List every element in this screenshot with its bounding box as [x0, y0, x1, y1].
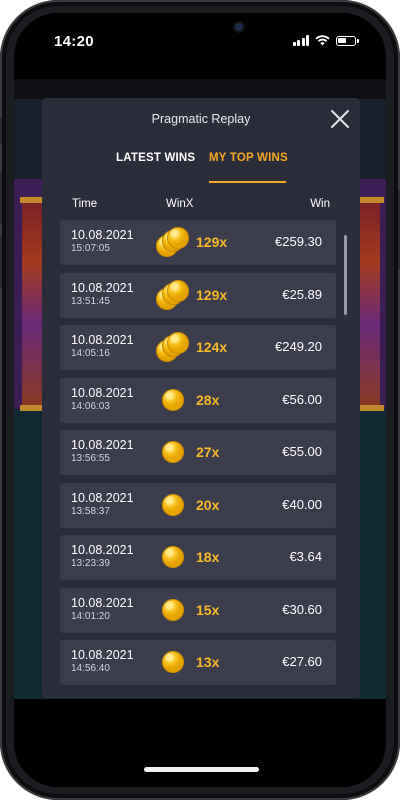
gold-coin-icon	[167, 332, 189, 354]
row-multiplier: 18x	[196, 549, 220, 565]
scrollbar[interactable]	[344, 235, 347, 315]
row-win-amount: €56.00	[282, 391, 322, 407]
table-row[interactable]: 10.08.2021 13:56:55 27x €55.00	[60, 430, 336, 475]
volume-down-button	[0, 236, 2, 288]
row-multiplier: 129x	[196, 234, 228, 250]
modal-header: Pragmatic Replay	[42, 98, 360, 140]
wifi-icon	[315, 35, 330, 46]
notch	[109, 13, 291, 43]
row-win-amount: €249.20	[275, 339, 322, 354]
row-win-amount: €55.00	[282, 444, 322, 459]
tab-my-top-wins[interactable]: MY TOP WINS	[209, 152, 288, 164]
row-win-amount: €25.89	[282, 286, 322, 302]
table-row[interactable]: 10.08.2021 14:56:40 13x €27.60	[60, 640, 336, 685]
coin-icon-group	[156, 595, 192, 627]
row-date: 10.08.2021	[71, 385, 134, 400]
row-date: 10.08.2021	[71, 333, 134, 347]
table-row[interactable]: 10.08.2021 14:01:20 15x €30.60	[60, 587, 336, 633]
coin-icon-group	[156, 437, 192, 469]
modal-title: Pragmatic Replay	[151, 112, 251, 126]
row-date: 10.08.2021	[71, 280, 134, 295]
column-header-win: Win	[310, 198, 330, 210]
coin-icon-group	[156, 385, 192, 417]
volume-up-button	[0, 172, 2, 224]
coin-icon-group	[156, 542, 192, 574]
row-multiplier: 124x	[196, 339, 228, 355]
table-row[interactable]: 10.08.2021 13:58:37 20x €40.00	[60, 482, 336, 528]
row-win-amount: €30.60	[282, 601, 322, 617]
home-indicator[interactable]	[144, 767, 259, 772]
coin-icon-group	[156, 332, 192, 364]
reel-right	[360, 199, 380, 409]
row-time: 14:06:03	[71, 400, 110, 412]
table-row[interactable]: 10.08.2021 13:51:45 129x €25.89	[60, 272, 336, 318]
phone-frame: 14:20 Pragmatic Replay LATEST WINS MY TO…	[0, 0, 400, 800]
row-win-amount: €40.00	[282, 496, 322, 512]
gold-coin-icon	[162, 388, 184, 411]
gold-coin-icon	[162, 546, 184, 568]
phone-screen: 14:20 Pragmatic Replay LATEST WINS MY TO…	[14, 13, 386, 787]
active-tab-indicator	[209, 181, 286, 183]
row-time: 13:58:37	[71, 505, 110, 517]
tab-bar: LATEST WINS MY TOP WINS	[42, 140, 360, 186]
row-multiplier: 15x	[196, 601, 220, 618]
row-time: 14:01:20	[71, 610, 110, 622]
row-date: 10.08.2021	[71, 438, 134, 452]
status-icons	[292, 35, 359, 46]
row-time: 13:23:39	[71, 558, 110, 569]
reel-left	[22, 199, 42, 409]
coin-icon-group	[156, 227, 192, 259]
gold-coin-icon	[162, 598, 184, 621]
row-win-amount: €27.60	[282, 654, 322, 669]
row-date: 10.08.2021	[71, 543, 134, 557]
row-date: 10.08.2021	[71, 490, 134, 505]
column-header-winx: WinX	[166, 198, 194, 210]
coin-icon-group	[156, 279, 192, 312]
replay-modal: Pragmatic Replay LATEST WINS MY TOP WINS…	[42, 98, 360, 698]
row-multiplier: 27x	[196, 444, 220, 460]
table-row[interactable]: 10.08.2021 13:23:39 18x €3.64	[60, 535, 336, 580]
front-camera	[235, 23, 243, 31]
coin-icon-group	[156, 490, 192, 522]
gold-coin-icon	[162, 493, 184, 516]
row-time: 14:56:40	[71, 663, 110, 674]
row-multiplier: 13x	[196, 654, 220, 670]
battery-icon	[336, 35, 359, 46]
table-row[interactable]: 10.08.2021 14:05:16 124x €249.20	[60, 325, 336, 370]
gold-coin-icon	[167, 227, 189, 249]
table-row[interactable]: 10.08.2021 14:06:03 28x €56.00	[60, 377, 336, 423]
bottom-area	[14, 699, 386, 787]
row-date: 10.08.2021	[71, 228, 134, 242]
status-time: 14:20	[54, 33, 94, 50]
gold-coin-icon	[162, 441, 184, 463]
row-win-amount: €3.64	[289, 549, 322, 564]
column-header-time: Time	[72, 198, 98, 210]
gold-coin-icon	[162, 651, 184, 673]
table-header: Time WinX Win	[42, 186, 360, 220]
row-time: 15:07:05	[71, 243, 110, 254]
row-win-amount: €259.30	[275, 234, 322, 249]
row-date: 10.08.2021	[71, 595, 134, 610]
close-icon[interactable]	[326, 105, 354, 133]
tab-latest-wins[interactable]: LATEST WINS	[116, 152, 195, 164]
row-time: 14:05:16	[71, 348, 110, 359]
row-multiplier: 20x	[196, 496, 220, 513]
table-row[interactable]: 10.08.2021 15:07:05 129x €259.30	[60, 220, 336, 265]
mute-switch	[0, 118, 2, 144]
row-date: 10.08.2021	[71, 648, 134, 662]
gold-coin-icon	[167, 279, 189, 302]
status-bar: 14:20	[14, 13, 386, 79]
coin-icon-group	[156, 647, 192, 679]
row-multiplier: 28x	[196, 391, 220, 408]
cellular-signal-icon	[292, 35, 309, 46]
row-time: 13:56:55	[71, 453, 110, 464]
row-time: 13:51:45	[71, 295, 110, 307]
row-multiplier: 129x	[196, 286, 228, 303]
